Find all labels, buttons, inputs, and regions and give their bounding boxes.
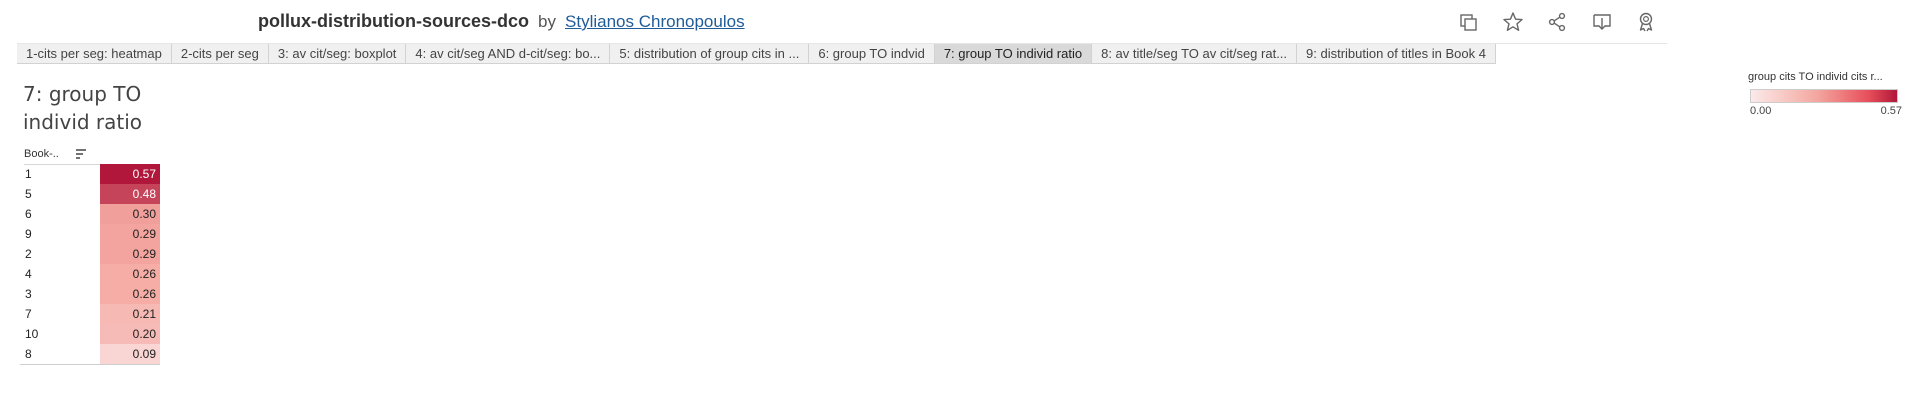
heatmap-cell[interactable]: 0.57: [100, 164, 160, 184]
sheet-tabs: 1-cits per seg: heatmap 2-cits per seg 3: …: [17, 43, 1667, 64]
heatmap-table: 1 0.57 5 0.48 6 0.30 9 0.29 2 0.29 4 0.26 3 0.26 7 0.21…: [20, 164, 160, 364]
tab-9[interactable]: 9: distribution of titles in Book 4: [1297, 44, 1496, 64]
row-label: 4: [25, 267, 32, 281]
heatmap-cell[interactable]: 0.20: [100, 324, 160, 344]
tab-7[interactable]: 7: group TO individ ratio: [934, 44, 1093, 64]
badge-button[interactable]: [1633, 9, 1659, 35]
by-label: by: [538, 12, 556, 31]
tab-5[interactable]: 5: distribution of group cits in ...: [610, 44, 810, 64]
heatmap-row: 5 0.48: [20, 184, 160, 204]
row-label: 5: [25, 187, 32, 201]
legend-title: group cits TO individ cits r...: [1748, 71, 1883, 83]
row-label: 10: [25, 327, 39, 341]
sort-icon[interactable]: [74, 147, 88, 161]
favorite-button[interactable]: [1500, 9, 1526, 35]
heatmap-row: 1 0.57: [20, 164, 160, 184]
heatmap-row: 8 0.09: [20, 344, 160, 364]
heatmap-column-header: Book-..: [24, 147, 160, 165]
duplicate-icon: [1460, 14, 1477, 31]
sheet-title: 7: group TO individ ratio: [23, 82, 143, 134]
heatmap-cell[interactable]: 0.26: [100, 264, 160, 284]
legend-color-ramp: [1750, 89, 1898, 103]
row-label: 7: [25, 307, 32, 321]
heatmap-cell[interactable]: 0.29: [100, 224, 160, 244]
row-header-label: Book-..: [24, 148, 59, 160]
row-label: 3: [25, 287, 32, 301]
download-button[interactable]: [1589, 9, 1615, 35]
heatmap-cell[interactable]: 0.29: [100, 244, 160, 264]
tab-3[interactable]: 3: av cit/seg: boxplot: [268, 44, 407, 64]
share-button[interactable]: [1544, 9, 1570, 35]
row-label: 2: [25, 247, 32, 261]
share-icon: [1548, 12, 1566, 32]
heatmap-cell[interactable]: 0.30: [100, 204, 160, 224]
heatmap-row: 7 0.21: [20, 304, 160, 324]
download-icon: [1593, 14, 1611, 30]
star-icon: [1503, 12, 1523, 31]
tab-4[interactable]: 4: av cit/seg AND d-cit/seg: bo...: [406, 44, 611, 64]
row-label: 9: [25, 227, 32, 241]
legend-max-label: 0.57: [1880, 105, 1902, 117]
heatmap-row: 4 0.26: [20, 264, 160, 284]
heatmap-row: 9 0.29: [20, 224, 160, 244]
heatmap-cell[interactable]: 0.48: [100, 184, 160, 204]
row-label: 1: [25, 167, 32, 181]
table-bottom-border: [20, 364, 160, 365]
heatmap-cell[interactable]: 0.26: [100, 284, 160, 304]
heatmap-row: 10 0.20: [20, 324, 160, 344]
heatmap-row: 6 0.30: [20, 204, 160, 224]
row-label: 6: [25, 207, 32, 221]
heatmap-cell[interactable]: 0.09: [100, 344, 160, 364]
tab-1[interactable]: 1-cits per seg: heatmap: [17, 44, 172, 64]
legend-min-label: 0.00: [1750, 105, 1772, 117]
heatmap-cell[interactable]: 0.21: [100, 304, 160, 324]
row-label: 8: [25, 347, 32, 361]
heatmap-row: 3 0.26: [20, 284, 160, 304]
workbook-header: pollux-distribution-sources-dco by Styli…: [0, 0, 1916, 44]
legend-labels: 0.00 0.57: [1748, 105, 1904, 119]
author-link[interactable]: Stylianos Chronopoulos: [565, 12, 745, 31]
tab-2[interactable]: 2-cits per seg: [171, 44, 269, 64]
tab-6[interactable]: 6: group TO indvid: [809, 44, 935, 64]
tab-8[interactable]: 8: av title/seg TO av cit/seg rat...: [1092, 44, 1298, 64]
workbook-title-line: pollux-distribution-sources-dco by Styli…: [258, 10, 745, 33]
color-legend[interactable]: group cits TO individ cits r... 0.00 0.5…: [1748, 71, 1904, 119]
heatmap-row: 2 0.29: [20, 244, 160, 264]
duplicate-button[interactable]: [1455, 9, 1481, 35]
badge-icon: [1639, 12, 1653, 32]
workbook-title: pollux-distribution-sources-dco: [258, 11, 530, 31]
